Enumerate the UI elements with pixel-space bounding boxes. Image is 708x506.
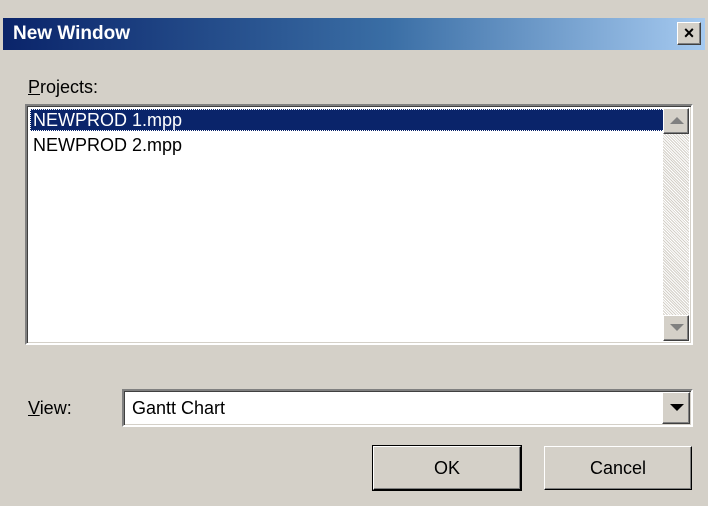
projects-listbox[interactable]: NEWPROD 1.mpp NEWPROD 2.mpp	[25, 104, 693, 345]
projects-label-text: rojects:	[40, 77, 99, 97]
view-dropdown-button[interactable]	[662, 392, 690, 424]
arrow-down-icon	[670, 324, 684, 331]
scroll-up-button[interactable]	[663, 108, 689, 134]
title-bar[interactable]: New Window ×	[3, 18, 705, 50]
view-label-accelerator: V	[28, 398, 40, 418]
close-button[interactable]: ×	[677, 22, 701, 45]
view-combobox[interactable]: Gantt Chart	[122, 389, 693, 427]
close-icon: ×	[683, 23, 695, 43]
scroll-down-button[interactable]	[663, 315, 689, 341]
new-window-dialog: New Window × Projects: NEWPROD 1.mpp NEW…	[0, 0, 708, 506]
vertical-scrollbar[interactable]	[663, 108, 689, 341]
project-list-item[interactable]: NEWPROD 2.mpp	[30, 134, 182, 156]
projects-label: Projects:	[28, 77, 98, 98]
view-combobox-value: Gantt Chart	[132, 398, 226, 418]
ok-button[interactable]: OK	[372, 445, 522, 491]
chevron-down-icon	[670, 404, 684, 411]
cancel-button[interactable]: Cancel	[544, 446, 692, 490]
arrow-up-icon	[670, 117, 684, 124]
view-label-text: iew:	[39, 398, 72, 418]
view-label: View:	[28, 398, 72, 419]
project-list-item[interactable]: NEWPROD 1.mpp	[30, 109, 665, 131]
projects-label-accelerator: P	[28, 77, 41, 97]
dialog-title: New Window	[13, 23, 130, 44]
